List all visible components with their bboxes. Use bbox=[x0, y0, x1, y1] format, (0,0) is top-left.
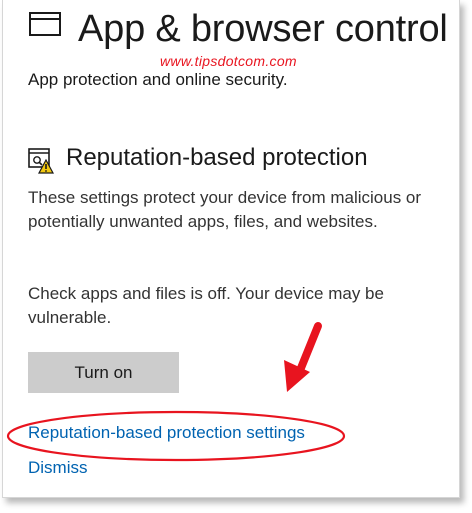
window-panel: App & browser control www.tipsdotcom.com… bbox=[2, 0, 460, 498]
reputation-warning-icon bbox=[28, 148, 54, 174]
section-description: These settings protect your device from … bbox=[28, 188, 422, 231]
status-message: Check apps and files is off. Your device… bbox=[28, 284, 384, 327]
reputation-settings-link[interactable]: Reputation-based protection settings bbox=[28, 423, 305, 443]
app-window-icon bbox=[29, 12, 61, 36]
dismiss-link[interactable]: Dismiss bbox=[28, 458, 88, 478]
page-title: App & browser control bbox=[78, 8, 448, 50]
watermark-text: www.tipsdotcom.com bbox=[160, 53, 297, 69]
page-subtitle: App protection and online security. bbox=[28, 70, 288, 89]
section-title: Reputation-based protection bbox=[66, 144, 368, 171]
turn-on-button[interactable]: Turn on bbox=[28, 352, 179, 393]
